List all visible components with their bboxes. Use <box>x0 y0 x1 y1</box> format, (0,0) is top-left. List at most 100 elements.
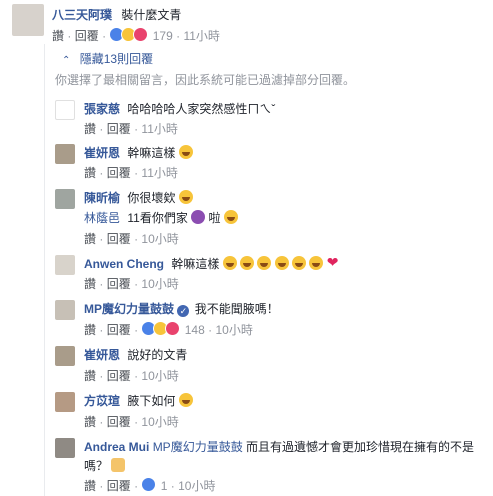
reply-text: 幹嘛這樣 <box>127 146 176 160</box>
timestamp[interactable]: 10小時 <box>141 232 178 246</box>
separator: · <box>99 232 104 246</box>
reply-actions: 讚 · 回覆 · 10小時 <box>84 230 179 247</box>
comment-actions: 讚 · 回覆 · 179 · 11小時 <box>52 27 220 44</box>
reply-author[interactable]: 崔妍恩 <box>84 348 120 362</box>
mention-link[interactable]: MP魔幻力量鼓鼓 <box>153 440 243 454</box>
reactions[interactable] <box>141 321 181 337</box>
reply-thread-line <box>44 44 45 496</box>
timestamp[interactable]: 11小時 <box>141 166 177 180</box>
like-link[interactable]: 讚 <box>84 232 96 246</box>
separator: · <box>134 479 139 493</box>
avatar[interactable] <box>55 100 75 120</box>
avatar[interactable] <box>55 300 75 320</box>
verified-badge-icon: ✓ <box>177 305 190 317</box>
reaction-count: 1 <box>160 479 168 493</box>
like-link[interactable]: 讚 <box>52 29 64 43</box>
laughing-emoji-icon <box>178 190 193 204</box>
laughing-emoji-icon <box>222 256 237 270</box>
like-link[interactable]: 讚 <box>84 479 96 493</box>
timestamp[interactable]: 10小時 <box>178 479 215 493</box>
like-link[interactable]: 讚 <box>84 277 96 291</box>
comment-author[interactable]: 八三天阿璞 <box>52 8 112 22</box>
laughing-emoji-icon <box>178 393 193 407</box>
love-reaction-icon <box>165 321 181 336</box>
laughing-emoji-icon <box>240 256 255 270</box>
reaction-count: 148 <box>184 323 205 337</box>
reply-text: 啦 <box>208 211 221 225</box>
separator: · <box>67 29 72 43</box>
reply-actions: 讚 · 回覆 · 148 · 10小時 <box>84 321 253 338</box>
reply-actions: 讚 · 回覆 · 11小時 <box>84 164 178 181</box>
reply-link[interactable]: 回覆 <box>107 479 131 493</box>
reply: 張家慈 哈哈哈哈人家突然感性ㄇㄟˇ <box>84 100 275 117</box>
reply-author[interactable]: 陳昕榆 <box>84 191 120 205</box>
reply: Andrea Mui MP魔幻力量鼓鼓 而且有過遺憾才會更加珍惜現在擁有的不是嗎… <box>84 438 476 476</box>
laughing-emoji-icon <box>309 256 324 270</box>
avatar[interactable] <box>55 438 75 458</box>
reply: 崔妍恩 說好的文青 <box>84 346 187 363</box>
reply-author[interactable]: 方苡瑄 <box>84 394 120 408</box>
laughing-emoji-icon <box>292 256 307 270</box>
mention-link[interactable]: 林蔭邑 <box>84 211 120 225</box>
timestamp[interactable]: 11小時 <box>183 29 219 43</box>
reply-text: 幹嘛這樣 <box>171 257 220 271</box>
like-link[interactable]: 讚 <box>84 166 96 180</box>
separator: · <box>134 323 139 337</box>
like-link[interactable]: 讚 <box>84 122 96 136</box>
like-link[interactable]: 讚 <box>84 323 96 337</box>
separator: · <box>134 277 139 291</box>
love-reaction-icon <box>133 27 149 42</box>
reply-author[interactable]: 張家慈 <box>84 102 120 116</box>
avatar[interactable] <box>55 346 75 366</box>
timestamp[interactable]: 10小時 <box>141 369 178 383</box>
reaction-count: 179 <box>152 29 173 43</box>
timestamp[interactable]: 10小時 <box>215 323 252 337</box>
avatar[interactable] <box>55 189 75 209</box>
reply-link[interactable]: 回覆 <box>107 277 131 291</box>
reply-link[interactable]: 回覆 <box>75 29 99 43</box>
reply-link[interactable]: 回覆 <box>107 232 131 246</box>
like-reaction-icon <box>141 477 157 492</box>
heart-emoji-icon <box>327 254 341 271</box>
like-link[interactable]: 讚 <box>84 415 96 429</box>
reply: Anwen Cheng 幹嘛這樣 <box>84 254 341 272</box>
reply-author[interactable]: Anwen Cheng <box>84 257 164 271</box>
grape-emoji-icon <box>191 210 206 224</box>
avatar[interactable] <box>55 144 75 164</box>
reply-actions: 讚 · 回覆 · 10小時 <box>84 275 179 292</box>
separator: · <box>99 277 104 291</box>
toggle-label: 隱藏13則回覆 <box>79 52 154 66</box>
chevron-up-icon: ⌃ <box>62 55 71 66</box>
separator: · <box>99 369 104 383</box>
separator: · <box>99 122 104 136</box>
reply-actions: 讚 · 回覆 · 10小時 <box>84 413 179 430</box>
reply-text: 你很壞欸 <box>127 191 176 205</box>
thinking-hand-emoji-icon <box>111 458 126 472</box>
avatar[interactable] <box>55 255 75 275</box>
reply-continuation: 林蔭邑 11看你們家 啦 <box>84 209 238 226</box>
reply-link[interactable]: 回覆 <box>107 415 131 429</box>
hide-replies-toggle[interactable]: ⌃ 隱藏13則回覆 <box>62 50 153 67</box>
avatar[interactable] <box>12 4 44 36</box>
reply-actions: 讚 · 回覆 · 10小時 <box>84 367 179 384</box>
reply-link[interactable]: 回覆 <box>107 369 131 383</box>
reply-author[interactable]: 崔妍恩 <box>84 146 120 160</box>
like-link[interactable]: 讚 <box>84 369 96 383</box>
reply-link[interactable]: 回覆 <box>107 122 131 136</box>
reactions[interactable] <box>109 27 149 43</box>
reply-text: 哈哈哈哈人家突然感性ㄇㄟˇ <box>127 102 276 116</box>
timestamp[interactable]: 10小時 <box>141 277 178 291</box>
avatar[interactable] <box>55 392 75 412</box>
reactions[interactable] <box>141 477 157 493</box>
timestamp[interactable]: 11小時 <box>141 122 177 136</box>
laughing-emoji-icon <box>257 256 272 270</box>
separator: · <box>102 29 107 43</box>
separator: · <box>170 479 175 493</box>
top-comment: 八三天阿璞 裝什麼文青 <box>52 6 181 23</box>
reply-link[interactable]: 回覆 <box>107 166 131 180</box>
reply-actions: 讚 · 回覆 · 1 · 10小時 <box>84 477 215 494</box>
reply-author[interactable]: Andrea Mui <box>84 440 149 454</box>
timestamp[interactable]: 10小時 <box>141 415 178 429</box>
reply-author[interactable]: MP魔幻力量鼓鼓 <box>84 302 174 316</box>
reply-link[interactable]: 回覆 <box>107 323 131 337</box>
